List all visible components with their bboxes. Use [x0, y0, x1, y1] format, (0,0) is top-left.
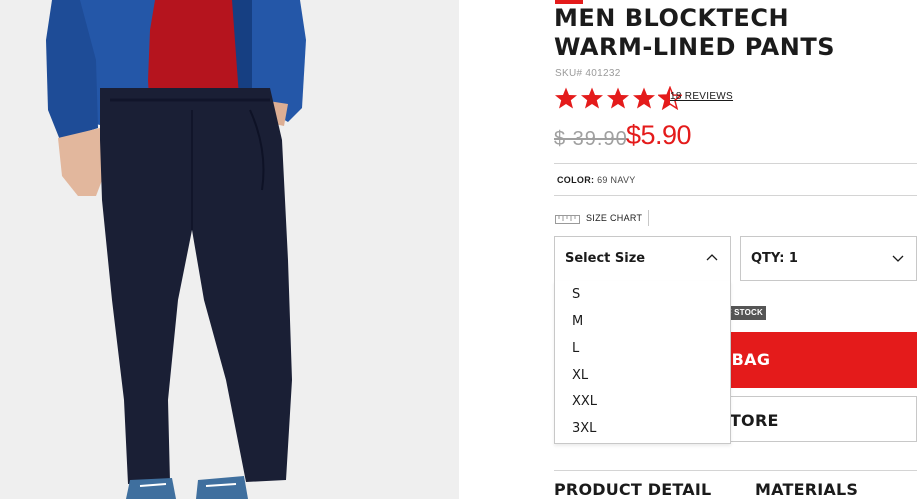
product-title: MEN BLOCKTECH WARM-LINED PANTS — [554, 4, 835, 61]
color-label: COLOR: — [557, 175, 595, 185]
star-icon — [581, 87, 603, 109]
star-icon — [555, 87, 577, 109]
size-select-label: Select Size — [565, 251, 646, 266]
chevron-up-icon — [706, 254, 718, 261]
tab-product-detail[interactable]: PRODUCT DETAIL — [554, 480, 711, 499]
qty-select[interactable]: QTY: 1 — [740, 236, 917, 281]
tab-materials[interactable]: MATERIALS — [755, 480, 858, 499]
rating-stars — [554, 86, 682, 110]
size-dropdown: S M L XL XXL 3XL — [554, 281, 731, 444]
qty-select-label: QTY: 1 — [751, 251, 798, 266]
size-chart-link[interactable]: SIZE CHART — [555, 210, 650, 226]
star-icon — [607, 87, 629, 109]
size-option[interactable]: XL — [572, 368, 588, 383]
size-option[interactable]: 3XL — [572, 421, 596, 436]
size-option[interactable]: L — [572, 341, 579, 356]
color-value: 69 NAVY — [597, 175, 636, 185]
star-icon — [633, 87, 655, 109]
size-option[interactable]: M — [572, 314, 583, 329]
reviews-link[interactable]: 18 REVIEWS — [670, 91, 733, 102]
divider — [554, 195, 917, 196]
product-photo — [0, 0, 459, 499]
size-option[interactable]: S — [572, 287, 580, 302]
chevron-down-icon — [892, 255, 904, 262]
sale-price: $5.90 — [626, 120, 692, 150]
original-price: $ 39.90 — [554, 128, 628, 150]
product-sku: SKU# 401232 — [555, 68, 621, 79]
size-select[interactable]: Select Size — [554, 236, 731, 281]
ruler-icon — [555, 215, 580, 224]
divider — [554, 470, 917, 471]
divider — [554, 163, 917, 164]
size-option[interactable]: XXL — [572, 394, 597, 409]
color-info: COLOR: 69 NAVY — [557, 175, 636, 185]
size-chart-label: SIZE CHART — [586, 210, 650, 226]
